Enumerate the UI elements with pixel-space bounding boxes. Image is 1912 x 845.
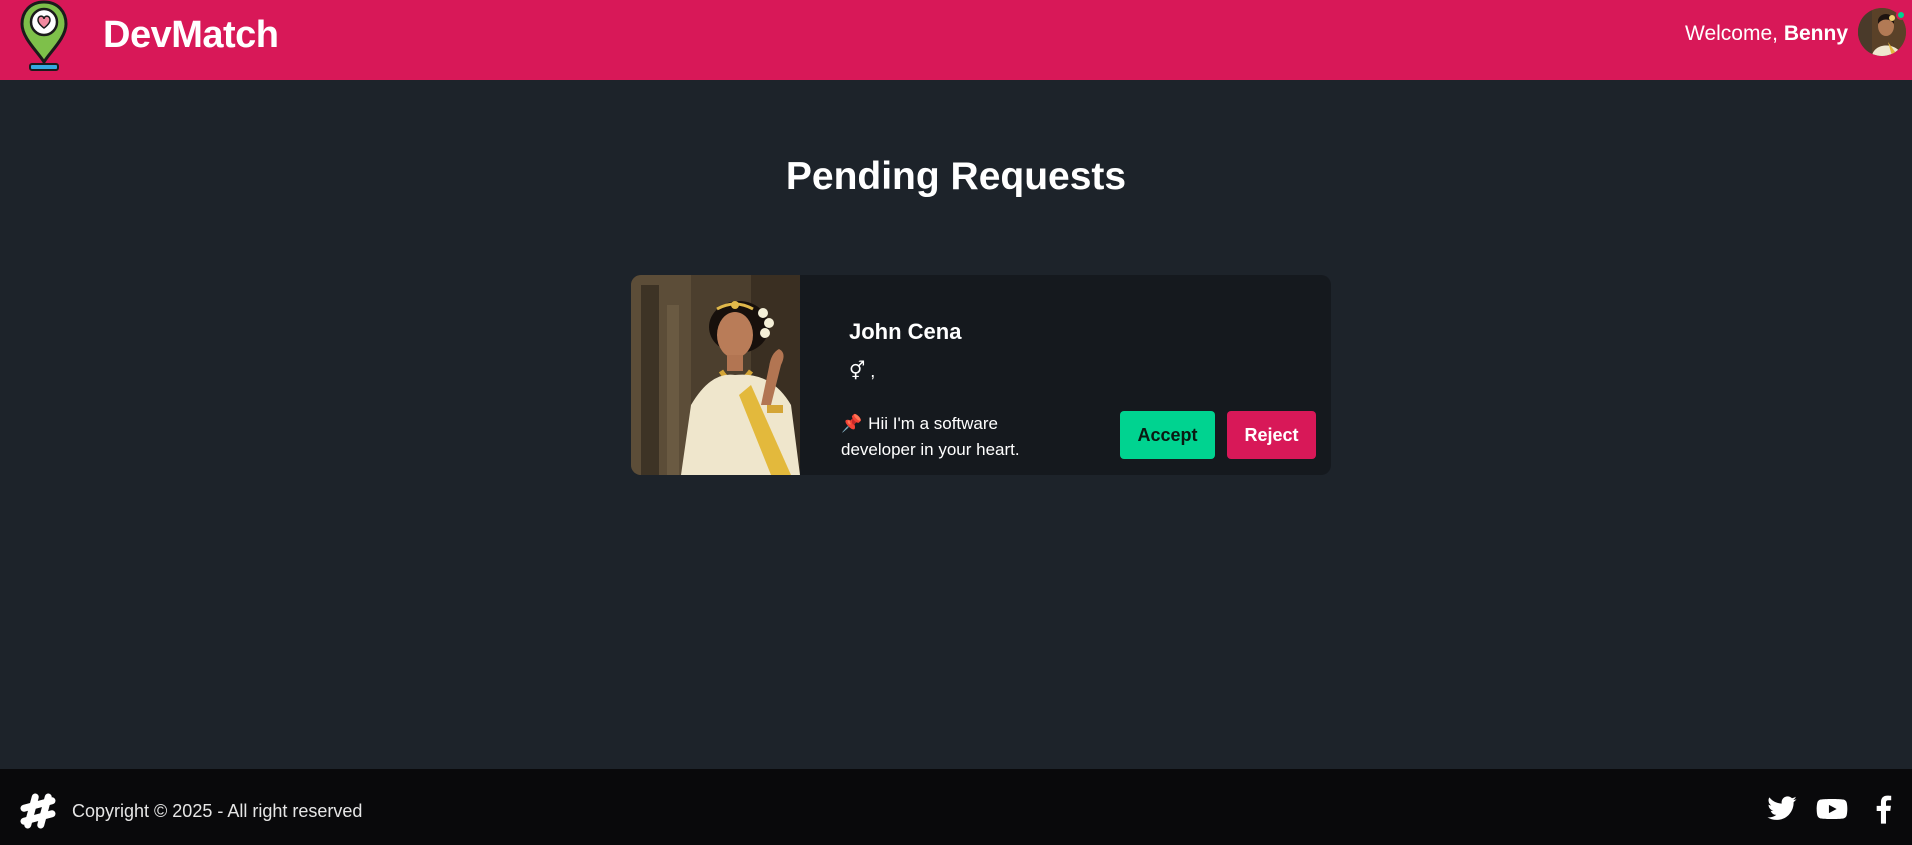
profile-photo-image <box>631 275 800 475</box>
logo-pin-icon[interactable] <box>18 0 70 72</box>
reject-button[interactable]: Reject <box>1227 411 1316 459</box>
navbar: DevMatch Welcome, Benny <box>0 0 1912 80</box>
request-gender: ⚥ , <box>849 361 876 381</box>
pin-icon: 📌 <box>841 414 863 433</box>
request-about: 📌 Hii I'm a software developer in your he… <box>841 411 1051 463</box>
profile-photo <box>631 275 800 475</box>
online-status-dot <box>1896 10 1906 20</box>
facebook-icon[interactable] <box>1868 793 1900 825</box>
request-name: John Cena <box>849 319 962 344</box>
twitter-icon[interactable] <box>1766 793 1798 825</box>
copyright-text: Copyright © 2025 - All right reserved <box>72 801 363 821</box>
page-title: Pending Requests <box>785 155 1127 198</box>
footer: Copyright © 2025 - All right reserved <box>0 769 1912 845</box>
accept-button[interactable]: Accept <box>1120 411 1215 459</box>
request-about-text: Hii I'm a software developer in your hea… <box>841 414 1020 459</box>
brand-name[interactable]: DevMatch <box>103 14 279 57</box>
welcome-prefix: Welcome, <box>1685 22 1784 45</box>
welcome-text: Welcome, Benny <box>1685 22 1848 46</box>
hashtag-logo-icon <box>20 793 56 829</box>
request-card: John Cena ⚥ , 📌 Hii I'm a software develo… <box>631 275 1331 475</box>
user-name: Benny <box>1783 22 1848 45</box>
youtube-icon[interactable] <box>1816 793 1848 825</box>
